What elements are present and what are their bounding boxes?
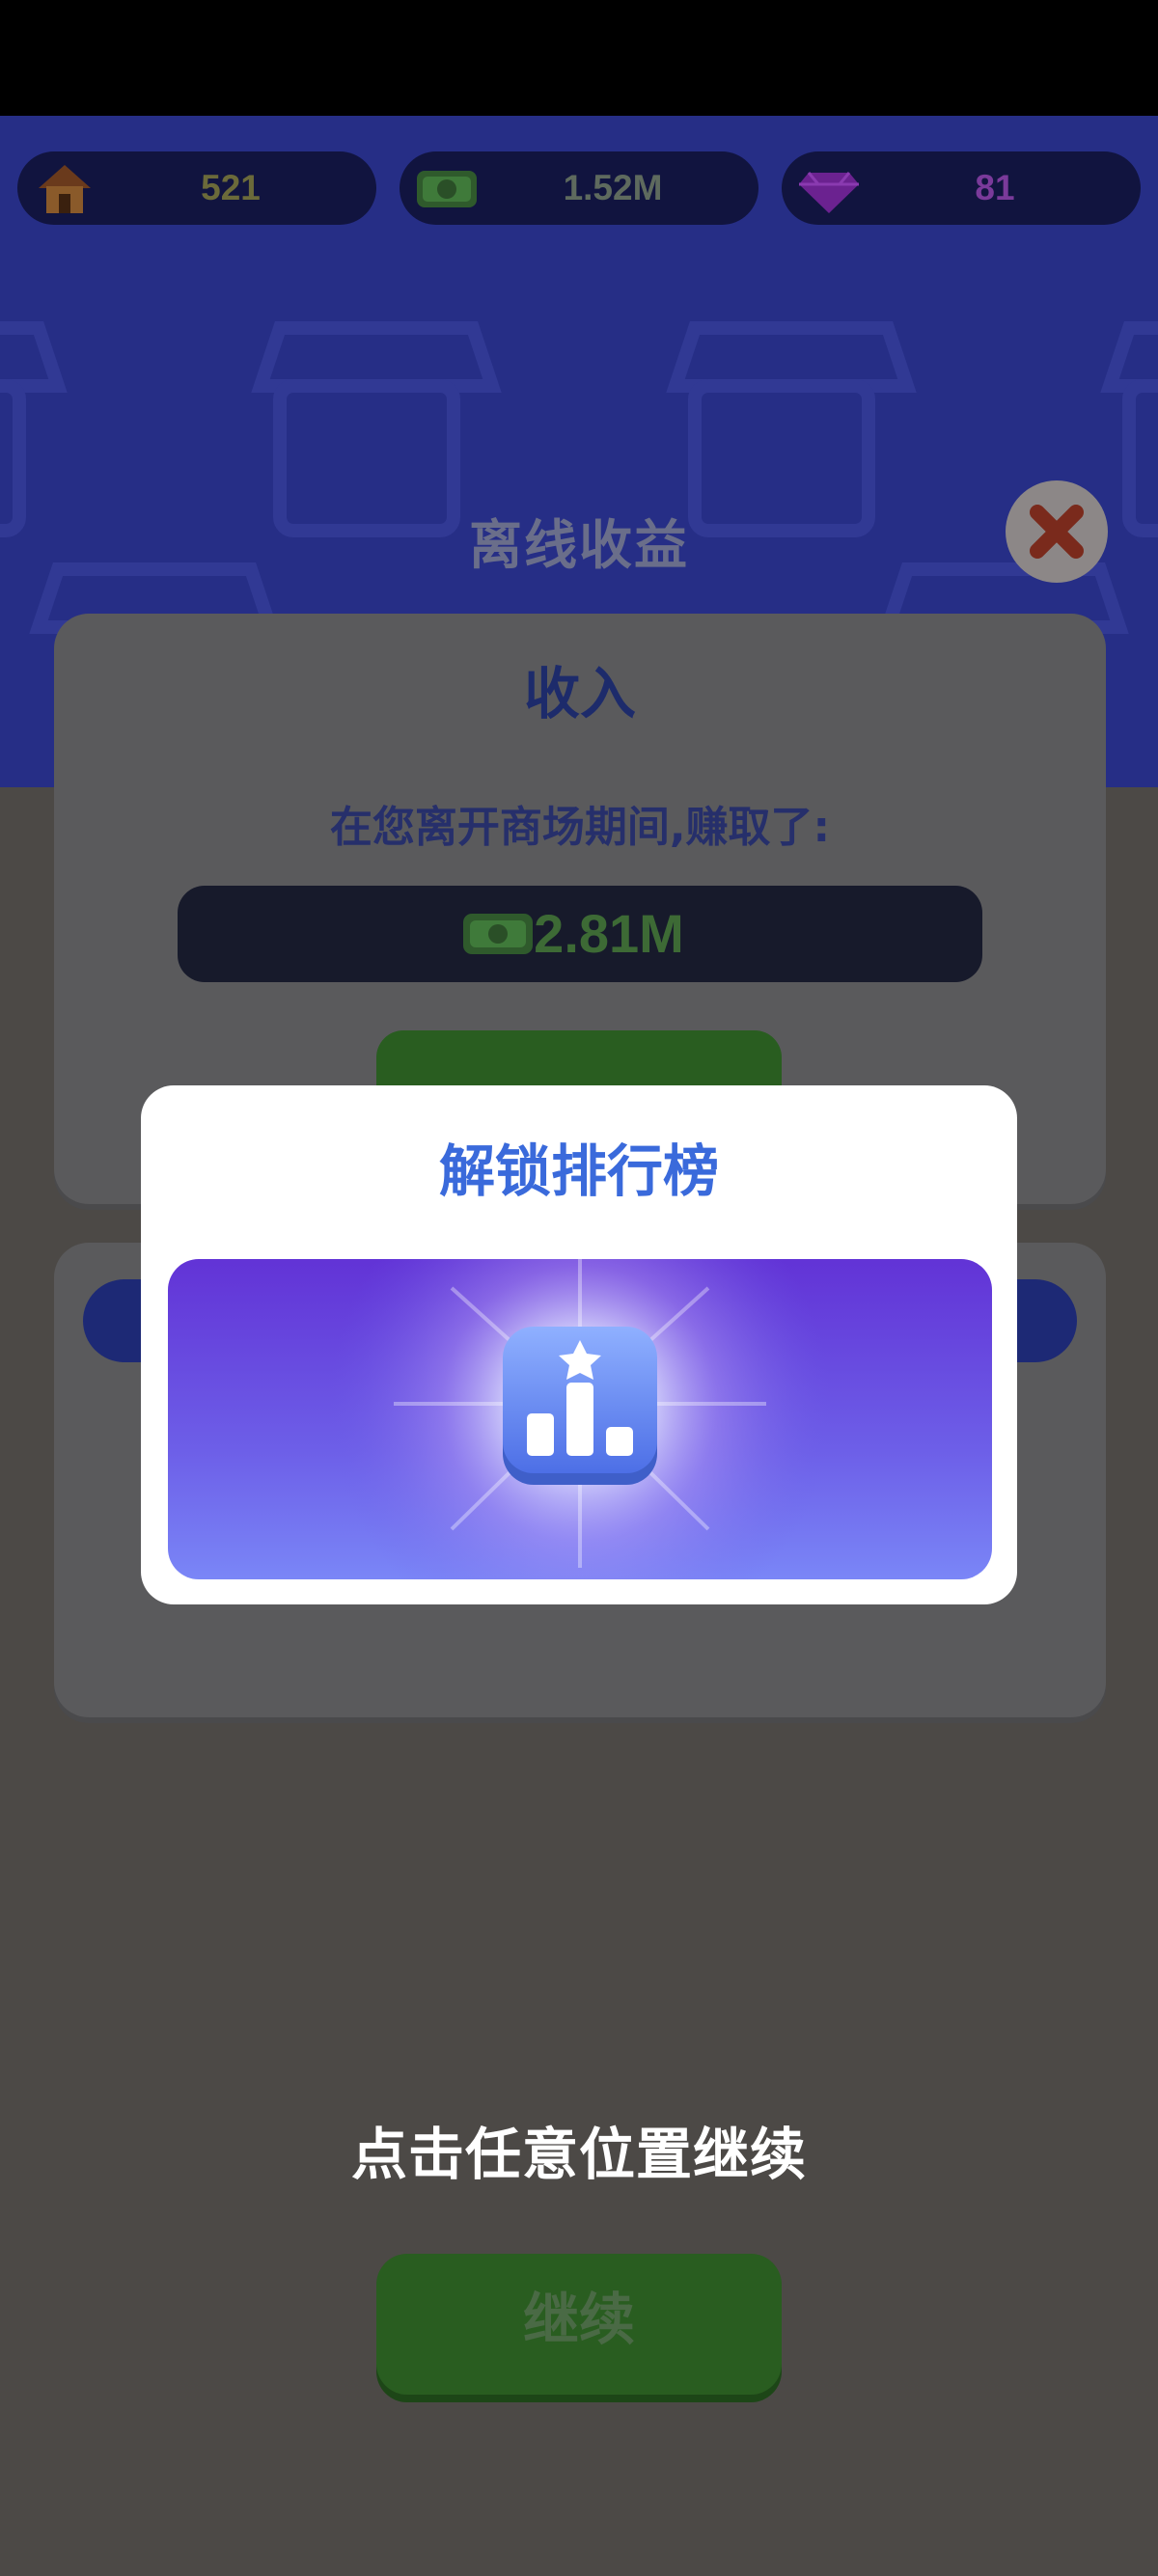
- offline-earnings-title: 离线收益: [468, 514, 689, 576]
- earned-amount-box: 2.81M: [178, 886, 982, 982]
- continue-label: 继续: [522, 2287, 635, 2352]
- cash-value: 1.52M: [563, 168, 663, 207]
- house-icon: [39, 165, 91, 213]
- status-bar: [0, 0, 1158, 116]
- close-button[interactable]: [1006, 480, 1108, 583]
- diamond-icon: [799, 172, 859, 213]
- continue-button[interactable]: 继续: [376, 2254, 782, 2395]
- cash-icon: [417, 171, 477, 207]
- tap-anywhere-hint: 点击任意位置继续: [350, 2122, 807, 2187]
- income-title: 收入: [523, 661, 636, 726]
- close-icon: [1030, 505, 1084, 559]
- stores-counter[interactable]: 521: [17, 151, 376, 225]
- dialog-title: 解锁排行榜: [438, 1138, 719, 1204]
- stores-value: 521: [201, 168, 261, 207]
- income-description: 在您离开商场期间,赚取了:: [329, 803, 831, 852]
- gems-counter[interactable]: 81: [782, 151, 1141, 225]
- unlock-dialog[interactable]: 解锁排行榜: [141, 1085, 1017, 1604]
- cash-counter[interactable]: 1.52M: [400, 151, 758, 225]
- gems-value: 81: [975, 168, 1015, 207]
- leaderboard-icon: [329, 1259, 831, 1579]
- unlock-illustration: [168, 1259, 992, 1579]
- earned-amount: 2.81M: [534, 903, 684, 964]
